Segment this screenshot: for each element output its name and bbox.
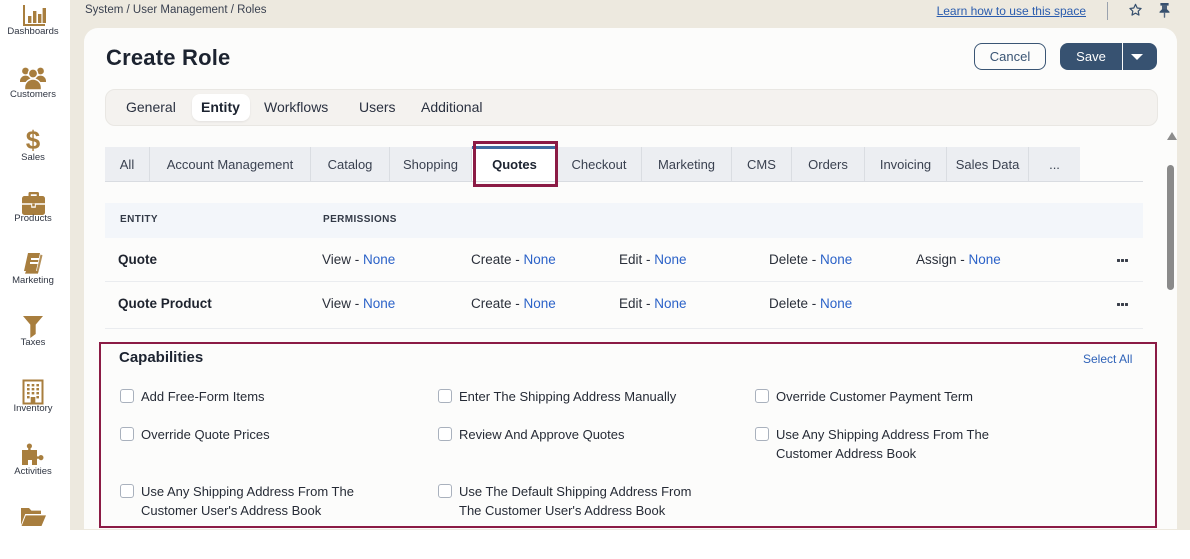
svg-text:$: $ <box>26 128 41 154</box>
